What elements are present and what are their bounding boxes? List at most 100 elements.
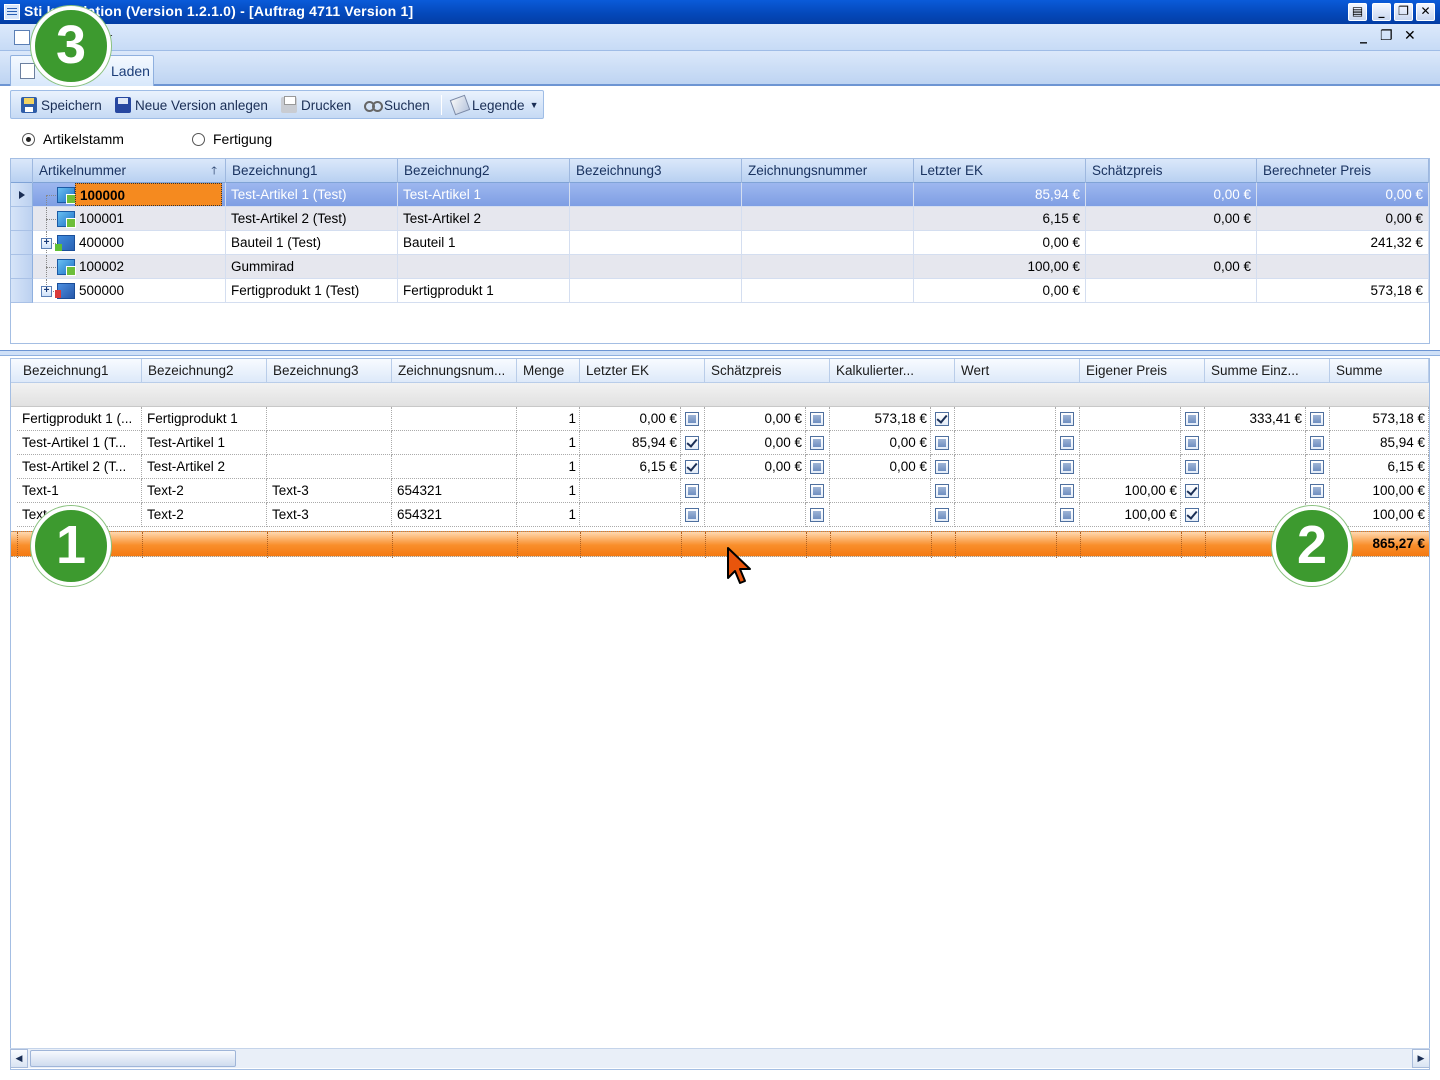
cell-summe[interactable]: 85,94 € (1330, 431, 1429, 455)
use-value-checkbox[interactable] (810, 460, 824, 474)
close-button[interactable]: ✕ (1416, 3, 1435, 21)
cell-bez2[interactable]: Bauteil 1 (398, 231, 570, 255)
cell-bez3[interactable] (570, 207, 742, 231)
cell-bez3[interactable] (570, 183, 742, 207)
cell-bezeichnung1[interactable]: Test-Artikel 1 (T... (17, 431, 142, 455)
cell-wert[interactable] (955, 431, 1056, 455)
column-header-berechneter-preis[interactable]: Berechneter Preis (1257, 159, 1429, 183)
position-row[interactable]: Fertigprodukt 1 (... Fertigprodukt 1 1 0,00… (11, 407, 1429, 431)
column-header-zeichnungsnummer[interactable]: Zeichnungsnum... (392, 359, 517, 383)
column-header-wert[interactable]: Wert (955, 359, 1080, 383)
cell-zeichnung[interactable] (742, 183, 914, 207)
use-value-checkbox[interactable] (810, 412, 824, 426)
cell-kalkulierter[interactable]: 573,18 € (830, 407, 931, 431)
use-value-checkbox[interactable] (1185, 508, 1199, 522)
cell-bezeichnung3[interactable] (267, 455, 392, 479)
cell-bezeichnung3[interactable]: Text-3 (267, 479, 392, 503)
cell-zeichnung[interactable] (742, 255, 914, 279)
cell-kalkulierter[interactable] (830, 503, 931, 527)
expand-plus-icon[interactable]: + (41, 238, 52, 249)
article-row[interactable]: 100000 Test-Artikel 1 (Test) Test-Artikel … (11, 183, 1429, 207)
use-value-checkbox[interactable] (1185, 436, 1199, 450)
cell-menge[interactable]: 1 (517, 407, 580, 431)
cell-bezeichnung2[interactable]: Test-Artikel 2 (142, 455, 267, 479)
use-value-checkbox[interactable] (935, 508, 949, 522)
article-number-cell[interactable]: 100001 (33, 207, 226, 231)
cell-letzter-ek[interactable]: 85,94 € (580, 431, 681, 455)
use-value-checkbox[interactable] (685, 460, 699, 474)
column-header-menge[interactable]: Menge (517, 359, 580, 383)
cell-letzter-ek[interactable] (580, 479, 681, 503)
cell-ek[interactable]: 6,15 € (914, 207, 1086, 231)
cell-schaetzpreis[interactable] (705, 503, 806, 527)
cell-kalkulierter[interactable]: 0,00 € (830, 455, 931, 479)
column-header-bezeichnung3[interactable]: Bezeichnung3 (267, 359, 392, 383)
cell-zeichnung[interactable] (742, 231, 914, 255)
mdi-restore-button[interactable]: ❐ (1380, 28, 1393, 44)
use-value-checkbox[interactable] (935, 412, 949, 426)
use-value-checkbox[interactable] (935, 484, 949, 498)
cell-letzter-ek[interactable]: 6,15 € (580, 455, 681, 479)
cell-zeichnung[interactable] (742, 279, 914, 303)
cell-schaetzpreis[interactable]: 0,00 € (705, 431, 806, 455)
cell-bezeichnung2[interactable]: Fertigprodukt 1 (142, 407, 267, 431)
cell-zeichnungsnummer[interactable] (392, 455, 517, 479)
use-value-checkbox[interactable] (685, 436, 699, 450)
splitter[interactable] (0, 350, 1440, 356)
column-header-bezeichnung1[interactable]: Bezeichnung1 (17, 359, 142, 383)
cell-bez2[interactable]: Test-Artikel 1 (398, 183, 570, 207)
column-header-schaetzpreis[interactable]: Schätzpreis (1086, 159, 1257, 183)
radio-artikelstamm[interactable]: Artikelstamm (22, 131, 124, 147)
restore-button[interactable]: ❐ (1394, 3, 1413, 21)
cell-menge[interactable]: 1 (517, 455, 580, 479)
radio-fertigung[interactable]: Fertigung (192, 131, 272, 147)
column-header-bezeichnung1[interactable]: Bezeichnung1 (226, 159, 398, 183)
article-number-cell[interactable]: 100000 (33, 183, 226, 207)
use-value-checkbox[interactable] (1060, 412, 1074, 426)
cell-summe-einzel[interactable] (1205, 431, 1306, 455)
cell-summe-einzel[interactable] (1205, 455, 1306, 479)
cell-bezeichnung1[interactable]: Text-1 (17, 479, 142, 503)
column-header-bezeichnung2[interactable]: Bezeichnung2 (142, 359, 267, 383)
cell-bez3[interactable] (570, 231, 742, 255)
use-value-checkbox[interactable] (1310, 436, 1324, 450)
cell-bezeichnung3[interactable] (267, 431, 392, 455)
use-value-checkbox[interactable] (1310, 412, 1324, 426)
article-row[interactable]: +500000 Fertigprodukt 1 (Test) Fertigprodu… (11, 279, 1429, 303)
cell-summe-einzel[interactable] (1205, 479, 1306, 503)
use-value-checkbox[interactable] (935, 460, 949, 474)
new-version-button[interactable]: Neue Version anlegen (115, 95, 268, 115)
position-row[interactable]: Text-1 Text-2 Text-3 654321 1 100,00 €100,00 … (11, 503, 1429, 527)
row-indicator[interactable] (11, 279, 33, 303)
cell-ek[interactable]: 100,00 € (914, 255, 1086, 279)
cell-bez3[interactable] (570, 255, 742, 279)
cell-menge[interactable]: 1 (517, 479, 580, 503)
cell-summe-einzel[interactable]: 333,41 € (1205, 407, 1306, 431)
scrollbar-thumb[interactable] (30, 1050, 236, 1067)
expand-plus-icon[interactable]: + (41, 286, 52, 297)
row-indicator[interactable] (11, 255, 33, 279)
cell-bezeichnung2[interactable]: Text-2 (142, 479, 267, 503)
cell-bezeichnung2[interactable]: Text-2 (142, 503, 267, 527)
cell-eigener-preis[interactable]: 100,00 € (1080, 479, 1181, 503)
cell-letzter-ek[interactable] (580, 503, 681, 527)
column-header-letzter-ek[interactable]: Letzter EK (580, 359, 705, 383)
use-value-checkbox[interactable] (1060, 460, 1074, 474)
row-indicator[interactable] (11, 207, 33, 231)
cell-schaetz[interactable] (1086, 279, 1257, 303)
article-number-cell[interactable]: +400000 (33, 231, 226, 255)
cell-kalkulierter[interactable]: 0,00 € (830, 431, 931, 455)
article-row[interactable]: +400000 Bauteil 1 (Test) Bauteil 1 0,00 €24… (11, 231, 1429, 255)
cell-wert[interactable] (955, 479, 1056, 503)
cell-schaetz[interactable]: 0,00 € (1086, 207, 1257, 231)
use-value-checkbox[interactable] (1060, 436, 1074, 450)
cell-zeichnungsnummer[interactable] (392, 431, 517, 455)
cell-eigener-preis[interactable] (1080, 407, 1181, 431)
cell-berechnet[interactable]: 0,00 € (1257, 207, 1429, 231)
cell-bez1[interactable]: Gummirad (226, 255, 398, 279)
cell-bezeichnung3[interactable] (267, 407, 392, 431)
column-header-summe[interactable]: Summe (1330, 359, 1429, 383)
column-header-eigener-preis[interactable]: Eigener Preis (1080, 359, 1205, 383)
window-menu-icon[interactable]: ▤ (1348, 3, 1367, 21)
cell-bez2[interactable]: Test-Artikel 2 (398, 207, 570, 231)
